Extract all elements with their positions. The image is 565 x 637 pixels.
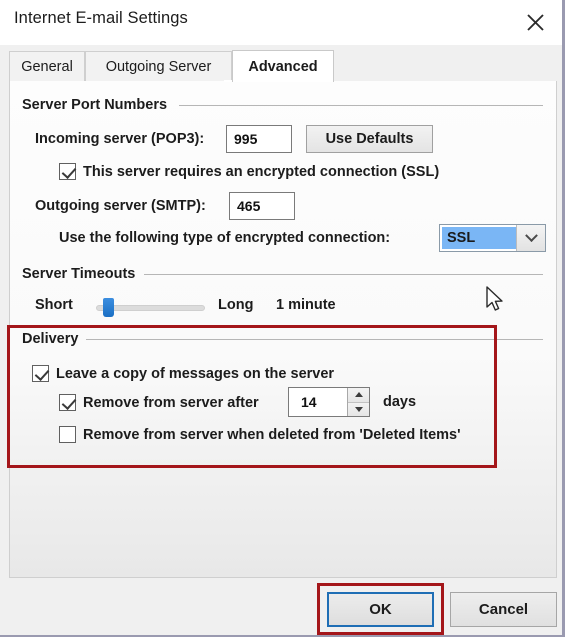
tab-advanced[interactable]: Advanced [232,50,334,82]
ssl-required-checkbox[interactable] [59,163,76,180]
days-stepper[interactable]: 14 [288,387,370,417]
remove-when-deleted-checkbox[interactable] [59,426,76,443]
server-port-numbers-divider [179,105,543,106]
title-bar: Internet E-mail Settings [0,0,562,45]
leave-copy-on-server-label: Leave a copy of messages on the server [56,365,335,382]
chevron-down-icon[interactable] [516,225,545,251]
days-value[interactable]: 14 [289,388,347,416]
tab-strip: General Outgoing Server Advanced [9,50,557,82]
tab-outgoing-server-label: Outgoing Server [105,58,212,75]
encryption-type-select[interactable]: SSL [439,224,546,252]
remove-after-days-checkbox-row[interactable]: Remove from server after [59,394,259,411]
timeout-short-label: Short [35,297,73,313]
ok-button[interactable]: OK [327,592,434,627]
encryption-type-value: SSL [442,227,516,249]
outgoing-server-port-input[interactable]: 465 [229,192,295,220]
tab-general[interactable]: General [9,51,85,81]
leave-copy-on-server-checkbox-row[interactable]: Leave a copy of messages on the server [32,365,334,382]
days-decrement-button[interactable] [348,401,369,416]
days-unit-label: days [383,394,417,410]
remove-when-deleted-label: Remove from server when deleted from 'De… [83,426,461,443]
tab-outgoing-server[interactable]: Outgoing Server [85,51,232,81]
server-timeout-slider-thumb[interactable] [102,298,114,317]
timeout-value-label: 1 minute [276,297,336,313]
use-defaults-button[interactable]: Use Defaults [306,125,433,153]
remove-after-days-label: Remove from server after [83,394,259,411]
delivery-divider [86,339,543,340]
delivery-group-title: Delivery [22,331,79,347]
cancel-button[interactable]: Cancel [450,592,557,627]
remove-when-deleted-checkbox-row[interactable]: Remove from server when deleted from 'De… [59,426,461,443]
remove-after-days-checkbox[interactable] [59,394,76,411]
days-stepper-buttons [347,388,369,416]
tab-advanced-label: Advanced [248,58,318,75]
tab-general-label: General [21,58,73,75]
days-increment-button[interactable] [348,388,369,402]
advanced-tab-panel: Server Port Numbers Incoming server (POP… [9,80,557,578]
server-timeouts-group-title: Server Timeouts [22,266,136,282]
page-title: Internet E-mail Settings [14,9,188,27]
server-timeouts-divider [144,274,543,275]
internet-email-settings-dialog: Internet E-mail Settings General Outgoin… [0,0,565,637]
ssl-required-checkbox-row[interactable]: This server requires an encrypted connec… [59,163,439,180]
server-port-numbers-group-title: Server Port Numbers [22,97,168,113]
leave-copy-on-server-checkbox[interactable] [32,365,49,382]
encryption-type-label: Use the following type of encrypted conn… [59,230,391,246]
close-icon[interactable] [511,0,559,44]
ssl-required-checkbox-label: This server requires an encrypted connec… [83,163,440,180]
outgoing-server-label: Outgoing server (SMTP): [35,198,206,214]
timeout-long-label: Long [218,297,254,313]
incoming-server-port-input[interactable]: 995 [226,125,292,153]
incoming-server-label: Incoming server (POP3): [35,131,205,147]
